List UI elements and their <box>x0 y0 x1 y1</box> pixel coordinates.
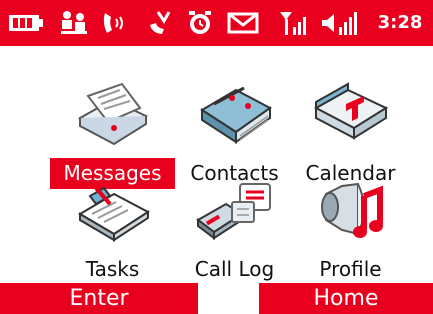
clipboard-icon <box>70 174 155 249</box>
app-label: Call Log <box>194 257 275 281</box>
status-bar: 3:28 <box>0 0 433 46</box>
people-icon <box>57 6 93 40</box>
app-label: Profile <box>319 257 382 281</box>
app-profile[interactable]: Profile <box>288 174 413 294</box>
phone-log-icon <box>192 174 277 249</box>
signal-icon <box>276 6 310 40</box>
voicemail-icon <box>100 6 130 40</box>
phone-home-screen: 3:28 Messages Contacts Calendar Tasks Ca… <box>0 0 433 314</box>
address-book-icon <box>192 78 277 153</box>
message-icon <box>226 6 260 40</box>
app-tasks[interactable]: Tasks <box>50 174 175 294</box>
calendar-icon <box>308 78 393 153</box>
volume-icon <box>318 6 360 40</box>
missed-call-icon <box>143 6 173 40</box>
envelope-icon <box>70 78 155 153</box>
app-call-log[interactable]: Call Log <box>172 174 297 294</box>
clock-time: 3:28 <box>377 12 423 33</box>
enter-softkey[interactable]: Enter <box>0 283 198 314</box>
app-label: Tasks <box>85 257 140 281</box>
alarm-icon <box>185 6 215 40</box>
speaker-music-icon <box>308 174 393 249</box>
softkey-bar: Enter Home <box>0 283 433 314</box>
home-softkey[interactable]: Home <box>259 283 433 314</box>
battery-icon <box>8 6 44 40</box>
